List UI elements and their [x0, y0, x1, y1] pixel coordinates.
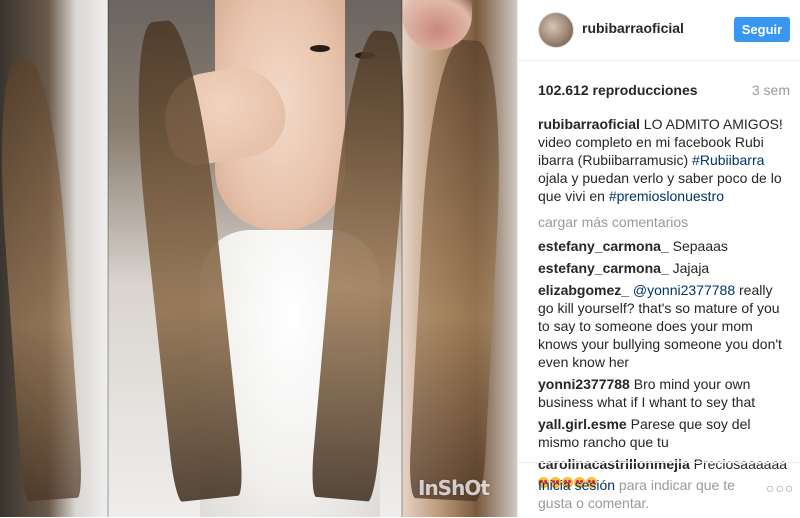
- comment: yonni2377788 Bro mind your own business …: [538, 375, 790, 411]
- frame-divider: [107, 0, 109, 517]
- comment-username[interactable]: estefany_carmona_: [538, 238, 669, 254]
- comment-text: Jajaja: [668, 260, 710, 276]
- comment-list: rubibarraoficial LO ADMITO AMIGOS! video…: [538, 115, 790, 495]
- caption: rubibarraoficial LO ADMITO AMIGOS! video…: [538, 115, 790, 205]
- post-header: rubibarraoficial Seguir: [518, 0, 800, 61]
- hashtag-link[interactable]: #premioslonuestro: [609, 188, 724, 204]
- comment-username[interactable]: yonni2377788: [538, 376, 630, 392]
- comment: elizabgomez_ @yonni2377788 really go kil…: [538, 281, 790, 371]
- more-options-icon[interactable]: ○○○: [766, 481, 793, 495]
- inshot-watermark: InShOt: [418, 476, 490, 500]
- comment-username[interactable]: yall.girl.esme: [538, 416, 627, 432]
- login-link[interactable]: Inicia sesión: [538, 477, 615, 493]
- video-eye-shape: [310, 45, 330, 52]
- comment: estefany_carmona_ Sepaaas: [538, 237, 790, 255]
- comment-username[interactable]: estefany_carmona_: [538, 260, 669, 276]
- post-stats: 102.612 reproducciones 3 sem: [538, 82, 790, 98]
- comment: yall.girl.esme Parese que soy del mismo …: [538, 415, 790, 451]
- load-more-comments-link[interactable]: cargar más comentarios: [538, 213, 790, 231]
- mention-link[interactable]: @yonni2377788: [633, 282, 735, 298]
- caption-username[interactable]: rubibarraoficial: [538, 116, 640, 132]
- login-prompt: Inicia sesión para indicar que te gusta …: [538, 476, 753, 512]
- view-count[interactable]: 102.612 reproducciones: [538, 82, 698, 98]
- comment-text: Sepaaas: [668, 238, 728, 254]
- post-sidebar: rubibarraoficial Seguir 102.612 reproduc…: [517, 0, 800, 517]
- comment: estefany_carmona_ Jajaja: [538, 259, 790, 277]
- post-age[interactable]: 3 sem: [752, 82, 790, 98]
- hashtag-link[interactable]: #Rubiibarra: [692, 152, 764, 168]
- follow-button[interactable]: Seguir: [734, 17, 790, 42]
- video-player[interactable]: InShOt: [0, 0, 517, 517]
- login-prompt-bar: Inicia sesión para indicar que te gusta …: [518, 462, 800, 518]
- frame-divider: [401, 0, 403, 517]
- header-username[interactable]: rubibarraoficial: [582, 20, 684, 36]
- comment-username[interactable]: elizabgomez_: [538, 282, 629, 298]
- avatar[interactable]: [538, 12, 574, 48]
